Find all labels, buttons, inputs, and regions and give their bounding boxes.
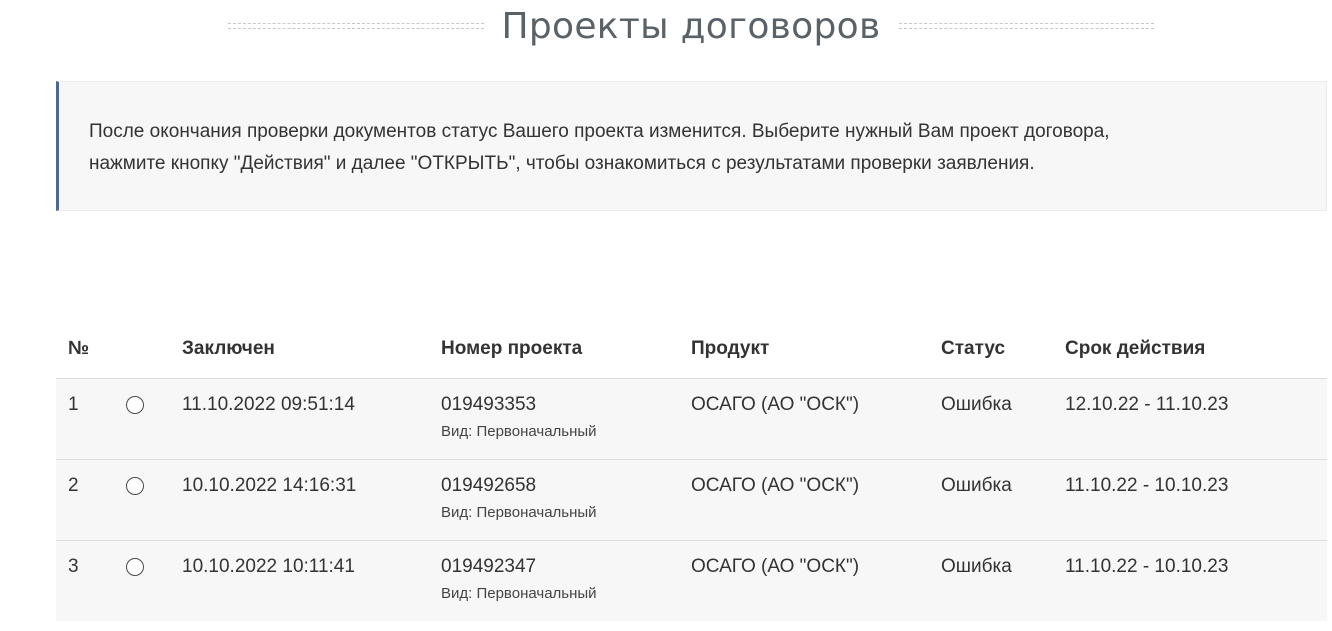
row-term: 11.10.22 - 10.10.23 [1065,555,1229,577]
header-product: Продукт [679,320,929,379]
row-select-radio[interactable] [126,476,144,495]
contracts-table: № Заключен Номер проекта Продукт Статус … [56,320,1327,621]
row-project-cell: 019492658 Вид: Первоначальный [429,459,679,541]
table-header-row: № Заключен Номер проекта Продукт Статус … [56,320,1327,379]
header-num: № [56,320,114,379]
row-project-type: Вид: Первоначальный [441,422,597,440]
row-num: 2 [56,459,114,541]
row-project-type: Вид: Первоначальный [441,584,597,602]
table-body: 1 11.10.2022 09:51:14 019493353 Вид: Пер… [56,378,1327,621]
row-product: ОСАГО (АО "ОСК") [679,459,929,541]
title-divider-right [898,23,1155,29]
row-term: 12.10.22 - 11.10.23 [1053,378,1327,460]
header-term: Срок действия [1053,320,1327,379]
info-notice: После окончания проверки документов стат… [56,81,1327,211]
header-status: Статус [929,320,1053,379]
row-project-cell: 019493353 Вид: Первоначальный [429,378,679,460]
info-text: После окончания проверки документов стат… [89,116,1296,180]
row-project-cell: 019492347 Вид: Первоначальный [429,540,679,621]
info-text-line-2: нажмите кнопку "Действия" и далее "ОТКРЫ… [89,153,1035,174]
row-project-number: 019493353 [441,393,537,415]
header-select [114,320,170,379]
row-select-radio[interactable] [126,557,144,576]
row-project-number: 019492347 [441,555,537,577]
row-product: ОСАГО (АО "ОСК") [679,378,929,460]
row-date: 11.10.2022 09:51:14 [170,378,429,460]
row-product: ОСАГО (АО "ОСК") [691,555,860,577]
info-text-line-1: После окончания проверки документов стат… [89,121,1110,142]
page-header: Проекты договоров [228,0,1155,52]
row-status: Ошибка [929,459,1053,541]
row-status: Ошибка [941,555,1012,577]
table-row[interactable]: 3 10.10.2022 10:11:41 019492347 Вид: Пер… [56,540,1327,621]
header-project: Номер проекта [429,320,679,379]
page-title: Проекты договоров [501,5,881,47]
row-select-radio[interactable] [126,395,144,414]
table-row[interactable]: 2 10.10.2022 14:16:31 019492658 Вид: Пер… [56,459,1327,541]
table-row[interactable]: 1 11.10.2022 09:51:14 019493353 Вид: Пер… [56,378,1327,460]
row-num: 1 [56,378,114,460]
row-term: 11.10.22 - 10.10.23 [1053,459,1327,541]
row-date: 10.10.2022 10:11:41 [182,555,355,577]
table-header: № Заключен Номер проекта Продукт Статус … [56,320,1327,379]
row-num: 3 [68,555,79,577]
page: Проекты договоров После окончания провер… [0,0,1332,631]
row-status: Ошибка [929,378,1053,460]
header-date: Заключен [170,320,429,379]
row-project-type: Вид: Первоначальный [441,503,597,521]
row-project-number: 019492658 [441,474,537,496]
title-divider-left [228,23,484,29]
row-date: 10.10.2022 14:16:31 [170,459,429,541]
